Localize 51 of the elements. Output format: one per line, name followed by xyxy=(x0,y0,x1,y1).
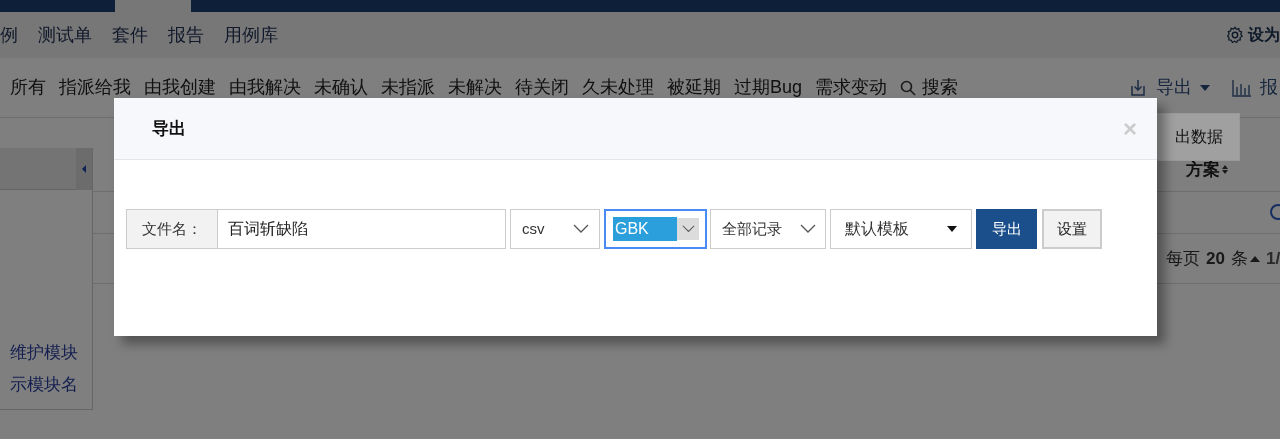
nav-tab[interactable]: 例 xyxy=(0,21,18,49)
filter-tab[interactable]: 由我创建 xyxy=(144,74,216,101)
filter-tab[interactable]: 未确认 xyxy=(314,74,368,101)
filter-tab[interactable]: 被延期 xyxy=(667,74,721,101)
filter-tab[interactable]: 待关闭 xyxy=(515,74,569,101)
bar-chart-icon[interactable] xyxy=(1232,78,1252,97)
filter-tab[interactable]: 由我解决 xyxy=(229,74,301,101)
search-icon[interactable] xyxy=(1268,202,1280,223)
sidebar-link[interactable]: 维护模块 xyxy=(10,340,78,366)
filter-tab[interactable]: 所有 xyxy=(10,74,46,101)
filename-field[interactable]: 百词斩缺陷 xyxy=(218,209,506,249)
dialog-title: 导出 xyxy=(152,117,186,140)
menu-item[interactable]: 出数据 xyxy=(1175,125,1223,149)
template-select[interactable]: 默认模板 xyxy=(830,209,972,249)
page-size-value[interactable]: 20 xyxy=(1206,245,1225,272)
filter-tab[interactable]: 未解决 xyxy=(448,74,502,101)
caret-icon xyxy=(1200,84,1210,91)
page-size-unit: 条 xyxy=(1231,247,1248,270)
caret-icon xyxy=(947,226,957,232)
filter-tab[interactable]: 未指派 xyxy=(381,74,435,101)
chevron-down-icon xyxy=(573,224,589,234)
nav-tab[interactable]: 报告 xyxy=(168,21,204,49)
report-button[interactable]: 报 xyxy=(1260,74,1280,101)
format-select[interactable]: csv xyxy=(510,209,600,249)
column-header[interactable]: 方案 xyxy=(1186,156,1220,183)
caret-icon[interactable] xyxy=(1250,255,1260,262)
nav-tab[interactable]: 用例库 xyxy=(224,21,278,49)
page-size-label: 每页 xyxy=(1166,247,1201,270)
settings-icon[interactable] xyxy=(1226,26,1244,44)
nav-tab[interactable]: 测试单 xyxy=(38,21,92,49)
nav-tab[interactable]: 套件 xyxy=(112,21,148,49)
collapse-button[interactable] xyxy=(76,147,92,190)
chevron-down-icon xyxy=(681,224,695,234)
download-icon[interactable] xyxy=(1128,77,1148,98)
filter-tab[interactable]: 久未处理 xyxy=(582,74,654,101)
export-button[interactable]: 导出 xyxy=(976,209,1037,249)
chevron-down-icon xyxy=(800,224,816,234)
filename-label: 文件名： xyxy=(126,209,218,249)
filter-tab[interactable]: 指派给我 xyxy=(59,74,131,101)
encoding-select[interactable]: GBK xyxy=(604,209,707,249)
sidebar-link[interactable]: 示模块名 xyxy=(10,371,78,397)
sort-icon[interactable] xyxy=(1222,165,1228,174)
filter-tab[interactable]: 过期Bug xyxy=(734,74,803,101)
range-select[interactable]: 全部记录 xyxy=(710,209,826,249)
page-number: 1/ xyxy=(1266,247,1280,270)
search-icon[interactable] xyxy=(900,79,917,96)
export-menu-button[interactable]: 导出 xyxy=(1156,74,1192,101)
settings-button[interactable]: 设置 xyxy=(1042,209,1102,249)
filter-tab[interactable]: 需求变动 xyxy=(815,74,888,101)
set-as-link[interactable]: 设为 xyxy=(1248,23,1280,47)
search-button[interactable]: 搜索 xyxy=(922,74,959,101)
